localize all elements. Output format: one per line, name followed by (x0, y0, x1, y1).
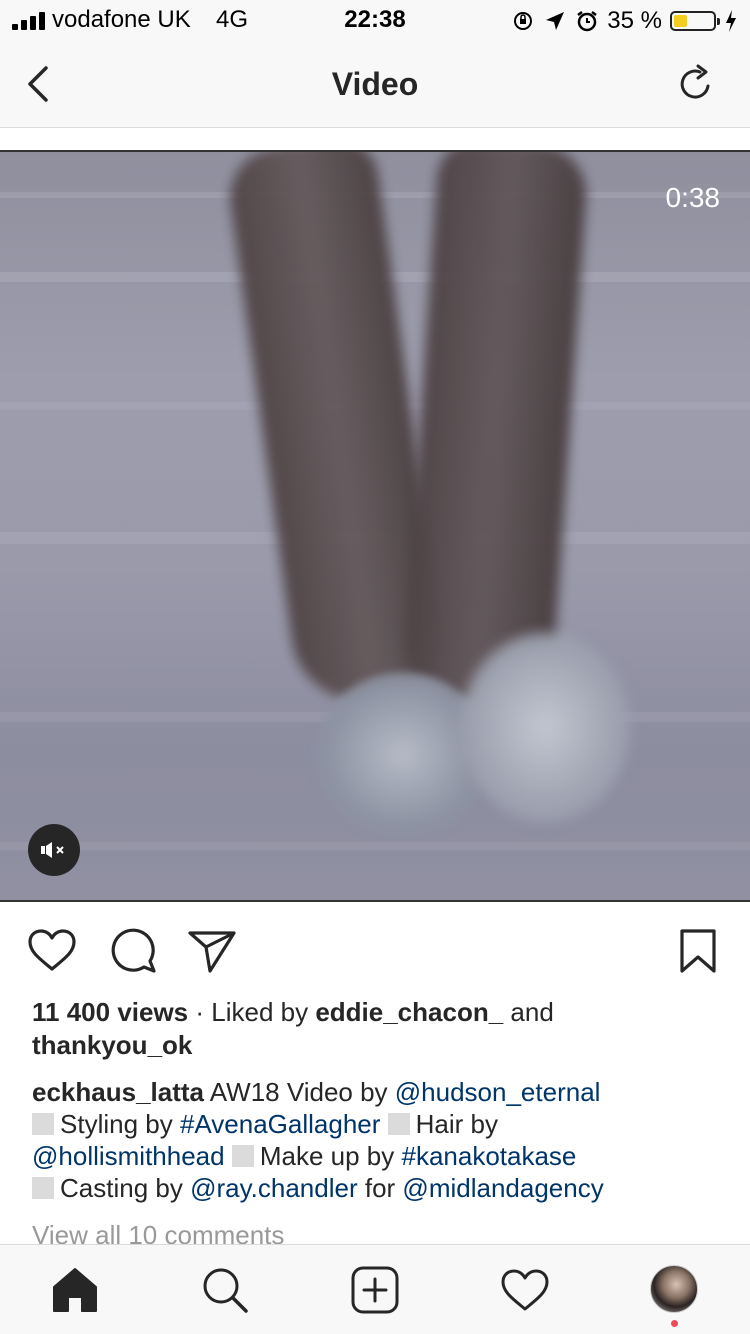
avatar (650, 1265, 698, 1313)
video-frame-shoe-right (460, 632, 630, 822)
battery-fill (674, 15, 687, 27)
caption-hashtag[interactable]: #AvenaGallagher (180, 1109, 380, 1139)
comment-icon[interactable] (106, 925, 158, 977)
caption-text: AW18 Video by (203, 1077, 395, 1107)
profile-tab[interactable] (650, 1265, 700, 1327)
bookmark-icon[interactable] (672, 925, 724, 977)
nav-bar: Video (0, 40, 750, 128)
tab-bar (0, 1244, 750, 1334)
caption-text: Hair by (415, 1109, 498, 1139)
location-icon (546, 12, 565, 30)
liked-user[interactable]: thankyou_ok (32, 1030, 192, 1060)
caption-text: for (357, 1173, 403, 1203)
battery-tip (717, 18, 720, 25)
home-icon[interactable] (50, 1265, 100, 1315)
and-label: and (503, 997, 554, 1027)
mute-button[interactable] (28, 824, 80, 876)
post-actions (0, 925, 750, 979)
charging-icon (726, 10, 736, 32)
status-icons: 35 % (511, 6, 738, 36)
square-glyph (387, 1113, 410, 1135)
video-duration: 0:38 (665, 182, 721, 213)
square-glyph (231, 1145, 254, 1167)
view-count[interactable]: 11 400 views (32, 997, 188, 1027)
refresh-icon[interactable] (674, 62, 718, 106)
caption-username[interactable]: eckhaus_latta (32, 1077, 204, 1107)
caption-mention[interactable]: @ray.chandler (190, 1173, 358, 1203)
orientation-lock-icon (514, 12, 533, 30)
view-all-comments-link[interactable]: View all 10 comments (32, 1218, 284, 1244)
battery-percent: 35 % (607, 7, 662, 34)
heart-icon[interactable] (26, 925, 78, 977)
search-icon[interactable] (200, 1265, 250, 1315)
speaker-muted-icon (41, 842, 64, 858)
new-post-icon[interactable] (350, 1265, 400, 1315)
alarm-icon (577, 11, 598, 32)
caption-hashtag[interactable]: #kanakotakase (401, 1141, 576, 1171)
page-title: Video (331, 66, 419, 102)
liked-user[interactable]: eddie_chacon_ (315, 997, 503, 1027)
square-glyph (32, 1177, 54, 1199)
video-player[interactable]: 0:38 (0, 150, 750, 902)
liked-by-label: · Liked by (188, 997, 316, 1027)
activity-icon[interactable] (500, 1265, 550, 1315)
square-glyph (32, 1113, 54, 1135)
status-bar: vodafone UK 4G 22:38 35 % (0, 0, 750, 40)
caption-mention[interactable]: @midlandagency (402, 1173, 603, 1203)
caption-text: Make up by (259, 1141, 402, 1171)
post-engagement: 11 400 views · Liked by eddie_chacon_ an… (32, 996, 722, 1062)
send-icon[interactable] (186, 925, 238, 977)
notification-dot (671, 1320, 678, 1327)
caption-mention[interactable]: @hollismithhead (32, 1141, 225, 1171)
battery-icon (670, 11, 720, 31)
caption-text: Styling by (60, 1109, 180, 1139)
caption-text: Casting by (60, 1173, 191, 1203)
caption-mention[interactable]: @hudson_eternal (395, 1077, 601, 1107)
post-caption: eckhaus_latta AW18 Video by @hudson_eter… (32, 1076, 732, 1204)
